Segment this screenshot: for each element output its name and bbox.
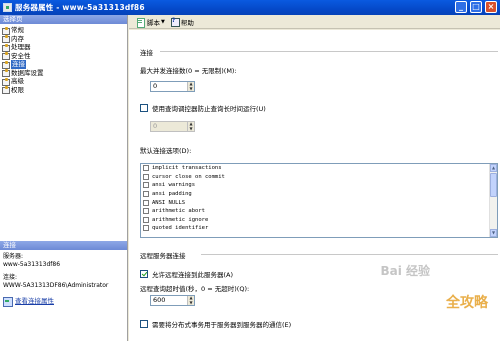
app-icon [3,3,12,12]
page-item-permissions[interactable]: 权限 [2,86,127,95]
help-button[interactable]: 帮助 [170,17,194,27]
view-connection-properties-link[interactable]: 查看连接属性 [3,297,124,307]
max-connections-label: 最大并发连接数(0 = 无限制)(M): [140,67,237,75]
page-icon [2,60,10,69]
server-value: www-5a31313df86 [3,260,61,268]
list-item[interactable]: cursor close on commit [141,173,497,182]
remote-timeout-label: 远程查询超时值(秒，0 = 无超时)(Q): [140,285,250,293]
script-icon [137,17,145,28]
remote-timeout-input[interactable]: 600 ▲ ▼ [150,295,195,306]
page-icon [2,69,10,78]
chevron-down-icon[interactable]: ▼ [161,19,165,25]
list-item[interactable]: implicit transactions [141,164,497,173]
default-connection-options-list[interactable]: implicit transactions cursor close on co… [140,163,498,238]
page-item-memory[interactable]: 内存 [2,35,127,44]
help-icon [170,17,180,27]
list-item[interactable]: ansi warnings [141,181,497,190]
option-checkbox[interactable] [143,208,149,215]
page-item-general[interactable]: 常规 [2,26,127,35]
connections-section-title: 连接 [140,49,153,57]
remote-section-title: 远程服务器连接 [140,252,186,260]
query-governor-input[interactable]: 0 ▲ ▼ [150,121,195,132]
page-list: 常规 内存 处理器 安全性 连接 数据库设置 高级 权限 [0,24,127,95]
option-checkbox[interactable] [143,199,149,206]
title-bar: 服务器属性 - www-5a31313df86 _ □ × [0,0,500,15]
properties-icon [3,297,13,307]
connection-value: WWW-5A31313DF86\Administrator [3,281,109,289]
page-icon [2,43,10,52]
query-governor-checkbox[interactable] [140,104,148,112]
select-page-header: 选择页 [0,15,127,24]
brand-watermark: 全攻略 [446,295,488,311]
page-icon [2,35,10,44]
list-item[interactable]: ansi padding [141,190,497,199]
list-item[interactable]: arithmetic abort [141,207,497,216]
distributed-transactions-checkbox[interactable] [140,320,148,328]
page-item-database-settings[interactable]: 数据库设置 [2,69,127,78]
divider [160,51,498,52]
divider [201,254,498,255]
query-governor-row[interactable]: 使用查询调控器防止查询长时间运行(U) [140,103,266,113]
list-item[interactable]: arithmetic ignore [141,216,497,225]
list-item[interactable]: ANSI NULLS [141,198,497,207]
close-button[interactable]: × [485,1,497,13]
spinner-arrows[interactable]: ▲ ▼ [187,121,194,131]
default-options-label: 默认连接选项(D): [140,147,192,155]
page-item-security[interactable]: 安全性 [2,52,127,61]
distributed-transactions-row[interactable]: 需要将分布式事务用于服务器到服务器的通信(E) [140,319,291,329]
connection-label: 连接: [3,274,18,281]
page-icon [2,52,10,61]
option-checkbox[interactable] [143,216,149,223]
option-checkbox[interactable] [143,165,149,172]
page-icon [2,77,10,86]
spinner-arrows[interactable]: ▲ ▼ [187,295,194,305]
baidu-watermark: Bai 经验 [380,264,430,278]
connection-info: 服务器: www-5a31313df86 连接: WWW-5A31313DF86… [0,250,127,309]
option-checkbox[interactable] [143,225,149,232]
option-checkbox[interactable] [143,191,149,198]
list-scrollbar[interactable]: ▲ ▼ [489,164,497,237]
allow-remote-checkbox[interactable] [140,270,148,278]
page-item-processors[interactable]: 处理器 [2,43,127,52]
connection-header: 连接 [0,241,127,250]
spinner-arrows[interactable]: ▲ ▼ [187,81,194,91]
script-button[interactable]: 脚本 ▼ [137,17,165,28]
scroll-down-icon[interactable]: ▼ [490,229,497,237]
toolbar: 脚本 ▼ 帮助 [129,15,500,29]
max-connections-input[interactable]: 0 ▲ ▼ [150,81,195,92]
page-icon [2,26,10,35]
list-item[interactable]: quoted identifier [141,224,497,233]
window-title: 服务器属性 - www-5a31313df86 [15,3,145,12]
window-controls: _ □ × [455,1,497,13]
scroll-up-icon[interactable]: ▲ [490,164,497,172]
maximize-button[interactable]: □ [470,1,482,13]
minimize-button[interactable]: _ [455,1,467,13]
option-checkbox[interactable] [143,182,149,189]
page-item-connections[interactable]: 连接 [2,60,127,69]
page-icon [2,86,10,95]
page-item-advanced[interactable]: 高级 [2,77,127,86]
server-label: 服务器: [3,253,24,260]
connection-section: 连接 服务器: www-5a31313df86 连接: WWW-5A31313D… [0,241,127,309]
left-pane: 选择页 常规 内存 处理器 安全性 连接 数据库设置 高级 权限 连接 服务器:… [0,15,128,341]
allow-remote-row[interactable]: 允许远程连接到此服务器(A) [140,269,233,279]
scroll-thumb[interactable] [490,173,497,197]
option-checkbox[interactable] [143,173,149,180]
main-content: 连接 最大并发连接数(0 = 无限制)(M): 0 ▲ ▼ 使用查询调控器防止查询… [129,30,500,341]
